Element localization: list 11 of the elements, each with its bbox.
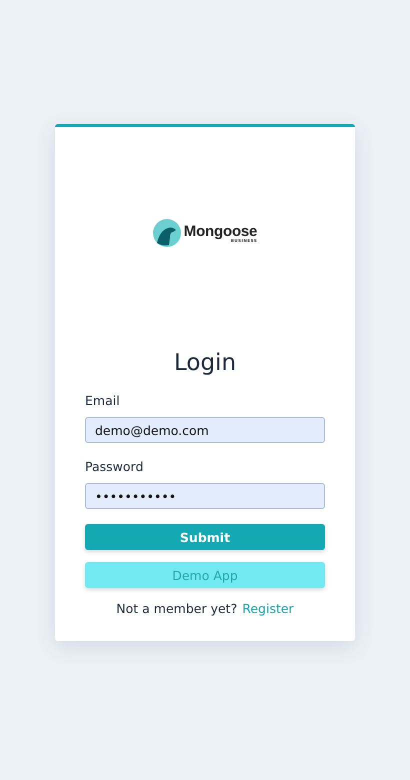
input-field[interactable]: ••••••••••• — [85, 483, 325, 509]
register-link[interactable]: Register — [242, 601, 294, 616]
demo-button[interactable]: Demo App — [85, 562, 325, 588]
logo-wordmark: Mongoose — [184, 224, 258, 238]
field-label: Email — [85, 392, 121, 410]
field-label: Password — [85, 458, 144, 476]
mongoose-logo-icon — [152, 219, 181, 247]
login-title: Login — [172, 349, 238, 378]
submit-button[interactable]: Submit — [85, 524, 325, 550]
input-field[interactable]: demo@demo.com — [85, 417, 325, 443]
footer-text: Not a member yet? — [116, 601, 238, 616]
